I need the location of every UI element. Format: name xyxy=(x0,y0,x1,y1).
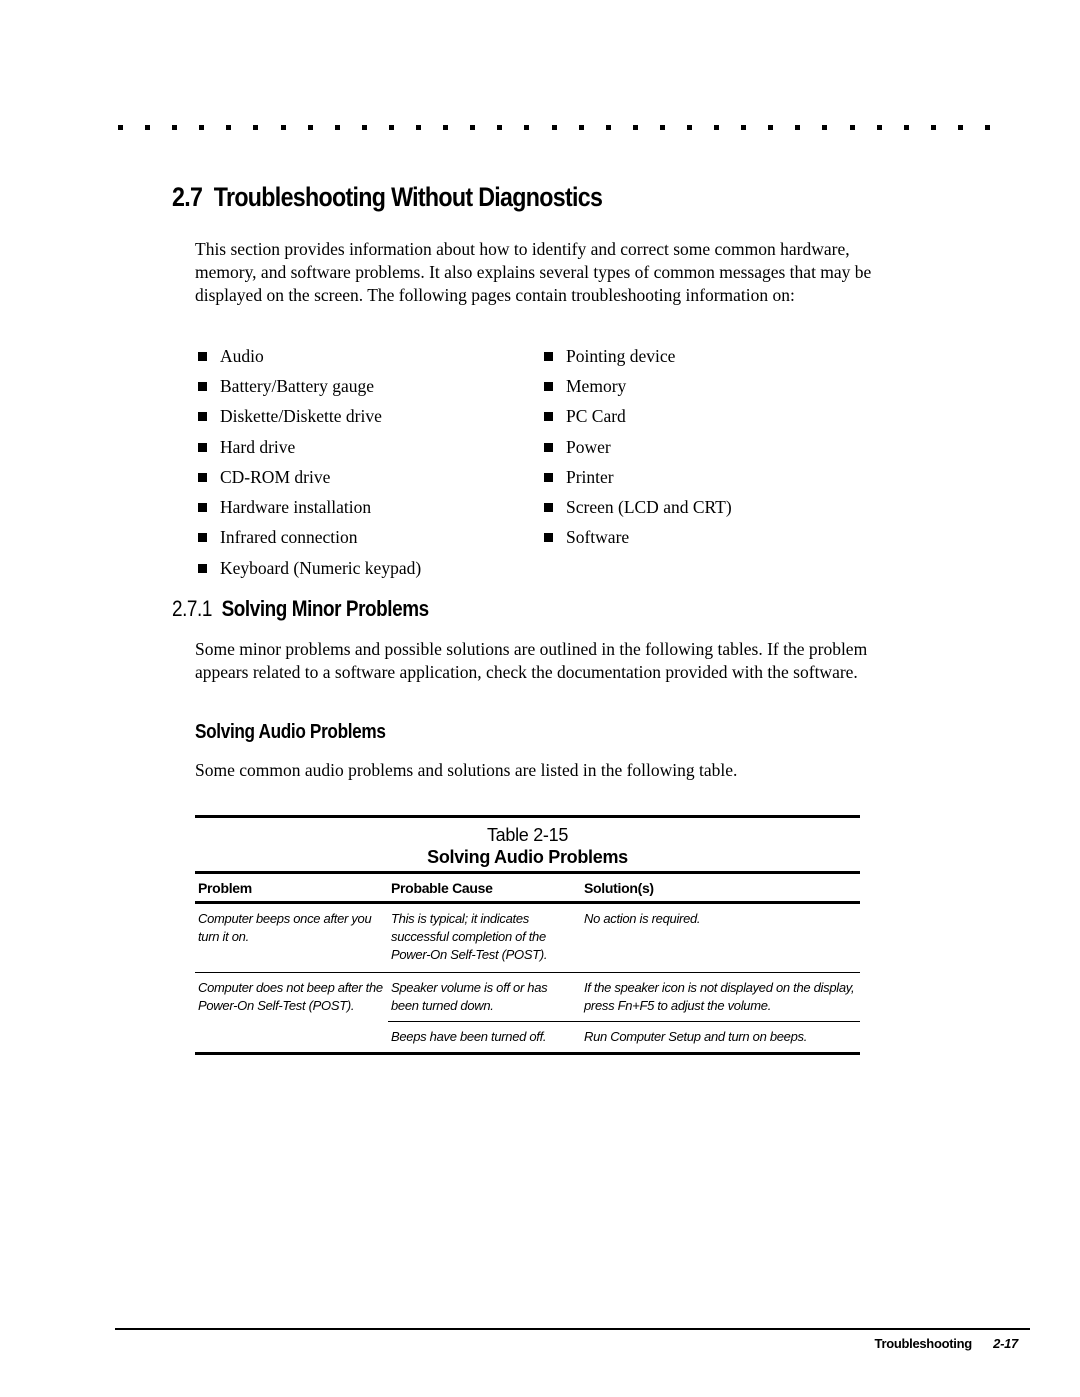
subsection-number: 2.7.1 xyxy=(172,596,212,621)
bullet-square-icon xyxy=(198,412,207,422)
column-header-solutions: Solution(s) xyxy=(581,871,860,904)
rule-dot xyxy=(497,125,503,130)
topic-item: CD-ROM drive xyxy=(195,462,541,492)
rule-dot xyxy=(470,125,476,130)
rule-dot xyxy=(903,125,909,130)
section-title: 2.7 Troubleshooting Without Diagnostics xyxy=(172,182,603,213)
rule-dot xyxy=(118,125,123,130)
bullet-square-icon xyxy=(544,412,553,422)
column-header-cause: Probable Cause xyxy=(388,871,581,904)
rule-dot xyxy=(985,125,990,130)
bullet-square-icon xyxy=(544,472,553,482)
rule-dot xyxy=(768,125,774,130)
bullet-square-icon xyxy=(198,563,207,573)
rule-dot xyxy=(822,125,828,130)
rule-dot xyxy=(659,125,665,130)
topic-item: Diskette/Diskette drive xyxy=(195,402,541,432)
rule-dot xyxy=(876,125,882,130)
cause-cell: This is typical; it indicates successful… xyxy=(388,902,581,973)
solution-cell: If the speaker icon is not displayed on … xyxy=(581,972,860,1022)
bullet-square-icon xyxy=(198,351,207,361)
rule-dot xyxy=(795,125,801,130)
rule-dot xyxy=(957,125,963,130)
table: Problem Probable Cause Solution(s) Compu… xyxy=(195,871,860,1055)
topic-item: Audio xyxy=(195,341,541,371)
topic-item: Hard drive xyxy=(195,432,541,462)
topic-item: Printer xyxy=(541,462,801,492)
table-title: Solving Audio Problems xyxy=(427,847,628,867)
audio-problems-table: Table 2-15 Solving Audio Problems Proble… xyxy=(195,815,860,1055)
table-label: Table 2-15 xyxy=(486,825,569,845)
rule-dot xyxy=(741,125,747,130)
audio-heading: Solving Audio Problems xyxy=(195,721,386,743)
rule-dot xyxy=(551,125,557,130)
section-intro: This section provides information about … xyxy=(195,239,872,305)
header-dot-rule xyxy=(118,125,990,133)
bullet-square-icon xyxy=(198,503,207,513)
table-row: Computer does not beep after the Power-O… xyxy=(195,972,860,1055)
rule-dot xyxy=(361,125,367,130)
rule-dot xyxy=(145,125,151,130)
table-row: Computer beeps once after you turn it on… xyxy=(195,902,860,973)
section-title-text: Troubleshooting Without Diagnostics xyxy=(213,182,603,212)
problem-cell: Computer does not beep after the Power-O… xyxy=(195,972,388,1055)
topic-item: Memory xyxy=(541,371,801,401)
column-header-problem: Problem xyxy=(195,871,388,904)
cause-cell: Speaker volume is off or has been turned… xyxy=(388,972,581,1022)
rule-dot xyxy=(280,125,286,130)
audio-body: Some common audio problems and solutions… xyxy=(195,760,738,780)
topic-item: Power xyxy=(541,432,801,462)
topic-item: Battery/Battery gauge xyxy=(195,371,541,401)
section-number: 2.7 xyxy=(172,182,203,212)
bullet-square-icon xyxy=(198,442,207,452)
page-number: 2-17 xyxy=(993,1336,1018,1351)
topic-item: Keyboard (Numeric keypad) xyxy=(195,553,541,583)
subsection-title-text: Solving Minor Problems xyxy=(221,596,430,621)
rule-dot xyxy=(578,125,584,130)
cause-cell: Beeps have been turned off. xyxy=(388,1021,581,1055)
rule-dot xyxy=(849,125,855,130)
rule-dot xyxy=(388,125,394,130)
bullet-square-icon xyxy=(544,442,553,452)
rule-dot xyxy=(524,125,530,130)
rule-dot xyxy=(226,125,232,130)
bullet-square-icon xyxy=(544,533,553,543)
table-caption: Table 2-15 Solving Audio Problems xyxy=(195,818,860,871)
topic-item: Screen (LCD and CRT) xyxy=(541,492,801,522)
rule-dot xyxy=(416,125,422,130)
topic-list: Audio Pointing device Battery/Battery ga… xyxy=(195,341,795,583)
subsection-body: Some minor problems and possible solutio… xyxy=(195,639,868,682)
solution-cell: No action is required. xyxy=(581,902,860,973)
bullet-square-icon xyxy=(198,381,207,391)
rule-dot xyxy=(334,125,340,130)
topic-item: Software xyxy=(541,523,801,553)
rule-dot xyxy=(632,125,638,130)
bullet-square-icon xyxy=(198,533,207,543)
rule-dot xyxy=(307,125,313,130)
bullet-square-icon xyxy=(198,472,207,482)
rule-dot xyxy=(605,125,611,130)
solution-cell: Run Computer Setup and turn on beeps. xyxy=(581,1021,860,1055)
bullet-square-icon xyxy=(544,503,553,513)
rule-dot xyxy=(253,125,259,130)
rule-dot xyxy=(172,125,178,130)
rule-dot xyxy=(443,125,449,130)
rule-dot xyxy=(199,125,205,130)
page-footer: Troubleshooting 2-17 xyxy=(874,1336,1019,1351)
bullet-square-icon xyxy=(544,381,553,391)
rule-dot xyxy=(930,125,936,130)
footer-rule xyxy=(115,1328,1030,1330)
rule-dot xyxy=(714,125,720,130)
subsection-title: 2.7.1 Solving Minor Problems xyxy=(172,596,429,622)
footer-chapter: Troubleshooting xyxy=(874,1336,973,1351)
topic-item: PC Card xyxy=(541,402,801,432)
topic-item: Infrared connection xyxy=(195,523,541,553)
bullet-square-icon xyxy=(544,351,553,361)
problem-cell: Computer beeps once after you turn it on… xyxy=(195,902,388,973)
topic-item: Hardware installation xyxy=(195,492,541,522)
topic-item: Pointing device xyxy=(541,341,801,371)
table-header-row: Problem Probable Cause Solution(s) xyxy=(195,871,860,904)
rule-dot xyxy=(686,125,692,130)
